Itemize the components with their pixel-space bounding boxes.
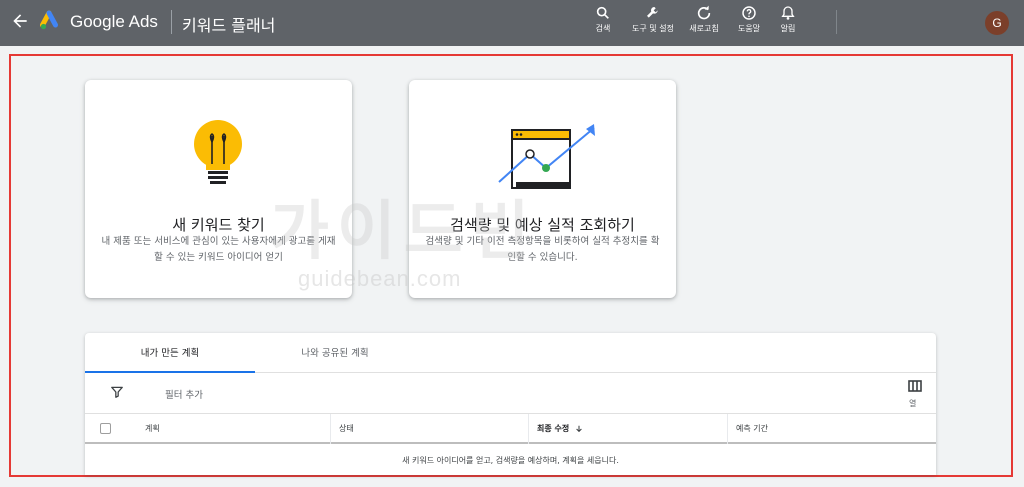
refresh-button[interactable]: 새로고침 [686, 5, 722, 34]
back-arrow-icon[interactable] [10, 11, 30, 31]
tools-settings-label: 도구 및 설정 [632, 24, 674, 33]
search-label: 검색 [595, 24, 611, 33]
tab-shared-plans[interactable]: 나와 공유된 계획 [255, 333, 415, 373]
columns-label[interactable]: 열 [909, 398, 916, 409]
watermark-url: guidebean.com [298, 266, 462, 291]
watermark-text: 가이드빈 [270, 195, 538, 269]
brand-name: Google Ads [70, 12, 158, 31]
tab-my-plans[interactable]: 내가 만든 계획 [85, 333, 255, 373]
table-header: 계획 상태 최종 수정 예측 기간 [85, 414, 936, 444]
select-all-checkbox[interactable] [100, 423, 111, 434]
tools-settings-button[interactable]: 도구 및 설정 [632, 5, 674, 34]
column-forecast-period[interactable]: 예측 기간 [727, 414, 936, 444]
columns-icon[interactable] [908, 380, 922, 392]
empty-state-message: 새 키워드 아이디어를 얻고, 검색량을 예상하며, 계획을 세웁니다. [402, 456, 619, 465]
google-ads-logo[interactable] [40, 10, 64, 34]
bell-icon [781, 6, 795, 20]
divider [171, 10, 172, 34]
divider [836, 10, 837, 34]
plans-panel: 내가 만든 계획 나와 공유된 계획 필터 추가 열 계획 상태 최종 수정 예… [85, 333, 936, 475]
refresh-icon [697, 5, 711, 20]
plans-tabs: 내가 만든 계획 나와 공유된 계획 [85, 333, 936, 373]
help-label: 도움말 [737, 24, 761, 33]
search-icon [596, 6, 609, 19]
column-status[interactable]: 상태 [330, 414, 528, 444]
refresh-label: 새로고침 [689, 24, 719, 33]
sort-down-icon [576, 425, 583, 432]
help-icon [742, 6, 756, 20]
top-bar: Google Ads 키워드 플래너 검색 도구 및 설정 새로고침 도움말 알… [0, 0, 1024, 46]
help-button[interactable]: 도움말 [734, 5, 764, 34]
search-button[interactable]: 검색 [588, 5, 618, 34]
page-title: 키워드 플래너 [182, 16, 276, 35]
notifications-button[interactable]: 알림 [773, 5, 803, 34]
filter-icon[interactable] [110, 385, 124, 399]
notifications-label: 알림 [780, 24, 796, 33]
column-last-modified-label: 최종 수정 [537, 424, 570, 433]
column-plan[interactable]: 계획 [137, 414, 160, 444]
add-filter-button[interactable]: 필터 추가 [165, 387, 203, 401]
avatar[interactable]: G [985, 11, 1009, 35]
wrench-icon [647, 7, 658, 18]
filter-bar: 필터 추가 열 [85, 373, 936, 414]
column-last-modified[interactable]: 최종 수정 [528, 414, 727, 444]
